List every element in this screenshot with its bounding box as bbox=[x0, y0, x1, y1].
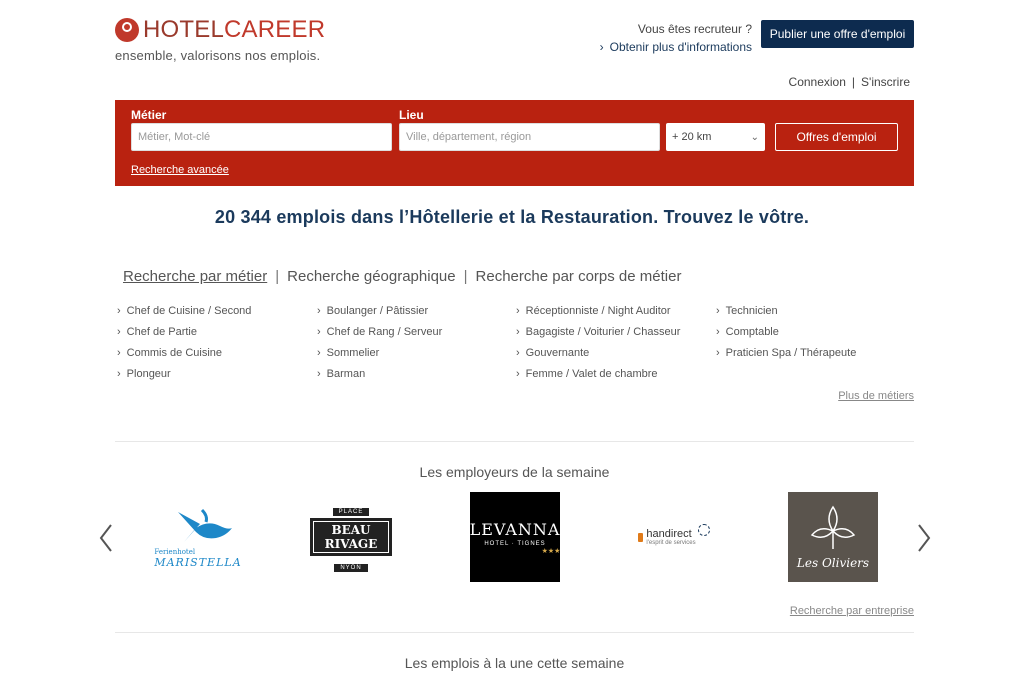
login-link[interactable]: Connexion bbox=[789, 75, 846, 89]
employer-name-line2: BEAU RIVAGE bbox=[310, 518, 392, 556]
metier-label: Métier bbox=[131, 108, 167, 122]
chevron-right-icon: › bbox=[716, 304, 720, 317]
radius-value: + 20 km bbox=[672, 131, 712, 143]
employer-name-line1: PLACE bbox=[332, 508, 370, 516]
chevron-right-icon: › bbox=[117, 346, 121, 359]
job-link[interactable]: › Boulanger / Pâtissier bbox=[317, 300, 442, 321]
chevron-right-icon: › bbox=[599, 40, 604, 54]
chevron-right-icon: › bbox=[317, 346, 321, 359]
employer-name-line3: NYON bbox=[334, 564, 368, 572]
tab-recherche-geographique[interactable]: Recherche géographique bbox=[287, 268, 455, 285]
job-link[interactable]: › Praticien Spa / Thérapeute bbox=[716, 342, 856, 363]
job-link[interactable]: › Plongeur bbox=[117, 363, 251, 384]
auth-links: Connexion | S'inscrire bbox=[789, 75, 910, 89]
tab-separator: | bbox=[275, 268, 280, 285]
job-link[interactable]: › Comptable bbox=[716, 321, 856, 342]
employer-logo-les-oliviers[interactable]: Les Oliviers bbox=[788, 492, 878, 582]
lieu-input[interactable]: Ville, département, région bbox=[399, 123, 660, 151]
job-column-1: › Chef de Cuisine / Second › Chef de Parti… bbox=[117, 300, 251, 384]
chevron-right-icon: › bbox=[516, 346, 520, 359]
auth-separator: | bbox=[851, 75, 856, 89]
employer-name-line1: LEVANNA bbox=[469, 519, 561, 539]
chevron-right-icon: › bbox=[516, 304, 520, 317]
employer-logo-levanna[interactable]: LEVANNA HOTEL · TIGNES ★★★ bbox=[470, 492, 560, 582]
fish-icon bbox=[178, 508, 233, 542]
chevron-right-icon: › bbox=[117, 367, 121, 380]
search-panel: Métier Métier, Mot-clé Lieu Ville, dépar… bbox=[115, 100, 914, 186]
section-divider bbox=[115, 441, 914, 442]
chevron-right-icon: › bbox=[117, 304, 121, 317]
hotelcareer-logo-icon bbox=[115, 18, 139, 42]
employer-logo-maristella[interactable]: Ferienhotel MARISTELLA bbox=[150, 492, 246, 582]
lieu-label: Lieu bbox=[399, 108, 424, 122]
chevron-right-icon: › bbox=[716, 346, 720, 359]
radius-select[interactable]: + 20 km ⌄ bbox=[666, 123, 765, 151]
metier-input[interactable]: Métier, Mot-clé bbox=[131, 123, 392, 151]
job-link[interactable]: › Femme / Valet de chambre bbox=[516, 363, 680, 384]
job-column-3: › Réceptionniste / Night Auditor › Bagagis… bbox=[516, 300, 680, 384]
chevron-left-icon bbox=[99, 524, 112, 552]
chevron-right-icon: › bbox=[317, 304, 321, 317]
job-link[interactable]: › Commis de Cuisine bbox=[117, 342, 251, 363]
featured-jobs-section-title: Les emplois à la une cette semaine bbox=[404, 655, 625, 671]
employer-stars: ★★★ bbox=[541, 547, 561, 555]
chevron-right-icon: › bbox=[317, 325, 321, 338]
employer-name-line2: l'esprit de services bbox=[646, 540, 696, 546]
chevron-right-icon: › bbox=[516, 325, 520, 338]
chevron-right-icon bbox=[918, 524, 931, 552]
brand-name: HOTELCAREER bbox=[143, 16, 326, 43]
badge-icon bbox=[697, 524, 710, 536]
carousel-prev-button[interactable] bbox=[98, 522, 114, 554]
advanced-search-link[interactable]: Recherche avancée bbox=[131, 164, 229, 176]
chevron-right-icon: › bbox=[317, 367, 321, 380]
tab-separator: | bbox=[463, 268, 468, 285]
employer-logo-handirect[interactable]: handirect l'esprit de services bbox=[626, 492, 722, 582]
section-divider bbox=[115, 632, 914, 633]
chevron-right-icon: › bbox=[716, 325, 720, 338]
job-link[interactable]: › Chef de Partie bbox=[117, 321, 251, 342]
search-tabs: Recherche par métier | Recherche géograp… bbox=[123, 268, 681, 285]
job-link[interactable]: › Gouvernante bbox=[516, 342, 680, 363]
job-link[interactable]: › Chef de Rang / Serveur bbox=[317, 321, 442, 342]
job-link[interactable]: › Chef de Cuisine / Second bbox=[117, 300, 251, 321]
handirect-mark-icon bbox=[638, 532, 644, 542]
chevron-down-icon: ⌄ bbox=[750, 131, 759, 143]
search-submit-button[interactable]: Offres d'emploi bbox=[775, 123, 898, 151]
employer-name-line2: MARISTELLA bbox=[154, 555, 242, 569]
employer-name-line1: Ferienhotel bbox=[154, 547, 196, 556]
olive-leaf-icon bbox=[810, 505, 856, 549]
signup-link[interactable]: S'inscrire bbox=[861, 75, 910, 89]
brand-tagline: ensemble, valorisons nos emplois. bbox=[115, 48, 321, 63]
chevron-right-icon: › bbox=[516, 367, 520, 380]
site-logo[interactable]: HOTELCAREER ensemble, valorisons nos emp… bbox=[115, 16, 325, 63]
jobs-count-headline: 20 344 emplois dans l’Hôtellerie et la R… bbox=[214, 207, 810, 227]
publish-offer-button[interactable]: Publier une offre d'emploi bbox=[761, 20, 914, 48]
employer-logo-beau-rivage[interactable]: PLACE BEAU RIVAGE NYON bbox=[310, 492, 392, 582]
job-link[interactable]: › Barman bbox=[317, 363, 442, 384]
job-link[interactable]: › Bagagiste / Voiturier / Chasseur bbox=[516, 321, 680, 342]
job-column-2: › Boulanger / Pâtissier › Chef de Rang / S… bbox=[317, 300, 442, 384]
company-search-link[interactable]: Recherche par entreprise bbox=[790, 605, 914, 617]
recruiter-more-info-link[interactable]: › Obtenir plus d'informations bbox=[600, 38, 752, 56]
employers-section-title: Les employeurs de la semaine bbox=[419, 464, 610, 480]
employer-name-line1: handirect bbox=[646, 528, 692, 540]
tab-recherche-corps-metier[interactable]: Recherche par corps de métier bbox=[476, 268, 682, 285]
recruiter-question: Vous êtes recruteur ? bbox=[637, 22, 752, 36]
job-link[interactable]: › Réceptionniste / Night Auditor bbox=[516, 300, 680, 321]
recruiter-info: Vous êtes recruteur ? › Obtenir plus d'in… bbox=[600, 20, 752, 56]
job-column-4: › Technicien › Comptable › Praticien Spa / … bbox=[716, 300, 856, 363]
job-link[interactable]: › Sommelier bbox=[317, 342, 442, 363]
job-link[interactable]: › Technicien bbox=[716, 300, 856, 321]
more-jobs-link[interactable]: Plus de métiers bbox=[838, 390, 914, 402]
carousel-next-button[interactable] bbox=[916, 522, 932, 554]
tab-recherche-metier[interactable]: Recherche par métier bbox=[123, 268, 267, 285]
chevron-right-icon: › bbox=[117, 325, 121, 338]
employer-name-line1: Les Oliviers bbox=[796, 555, 870, 570]
